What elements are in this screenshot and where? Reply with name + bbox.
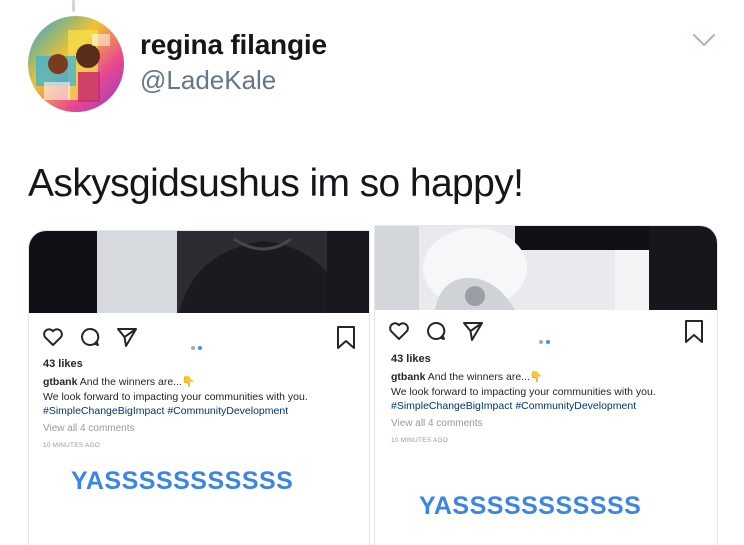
likes-count[interactable]: 43 likes [43, 358, 83, 370]
post-timestamp: 10 MINUTES AGO [43, 442, 100, 449]
caption-line-1: And the winners are...👇 [79, 376, 195, 388]
post-photo [29, 231, 369, 313]
view-comments-link[interactable]: View all 4 comments [391, 418, 483, 429]
tweet-image-left[interactable]: 43 likes gtbank And the winners are...👇 … [28, 230, 370, 545]
post-username[interactable]: gtbank [391, 371, 425, 383]
post-timestamp: 10 MINUTES AGO [391, 437, 448, 444]
comment-icon[interactable] [78, 325, 102, 349]
comment-icon[interactable] [424, 319, 448, 343]
hashtags[interactable]: #SimpleChangeBigImpact #CommunityDevelop… [391, 399, 711, 414]
post-photo [375, 226, 717, 310]
post-actions [375, 319, 717, 349]
post-caption: gtbank And the winners are...👇 We look f… [43, 375, 363, 419]
tweet-image-right[interactable]: 43 likes gtbank And the winners are...👇 … [374, 225, 718, 545]
carousel-indicator [539, 331, 553, 349]
user-handle[interactable]: @LadeKale [140, 65, 276, 96]
post-caption: gtbank And the winners are...👇 We look f… [391, 370, 711, 414]
carousel-indicator [191, 337, 205, 355]
avatar[interactable] [28, 16, 124, 112]
post-username[interactable]: gtbank [43, 376, 77, 388]
reaction-text: YASSSSSSSSSSS [419, 492, 642, 520]
caption-line-2: We look forward to impacting your commun… [43, 390, 308, 403]
share-icon[interactable] [461, 319, 485, 343]
chevron-down-icon[interactable] [690, 30, 718, 50]
caption-line-1: And the winners are...👇 [427, 371, 543, 383]
bookmark-icon[interactable] [683, 319, 705, 345]
post-actions [29, 325, 369, 355]
view-comments-link[interactable]: View all 4 comments [43, 423, 135, 434]
thread-line [72, 0, 75, 12]
share-icon[interactable] [115, 325, 139, 349]
bookmark-icon[interactable] [335, 325, 357, 351]
hashtags[interactable]: #SimpleChangeBigImpact #CommunityDevelop… [43, 404, 363, 419]
tweet-text: Askysgidsushus im so happy! [28, 162, 524, 205]
reaction-text: YASSSSSSSSSSS [71, 467, 294, 495]
display-name[interactable]: regina filangie [140, 29, 327, 61]
caption-line-2: We look forward to impacting your commun… [391, 385, 656, 398]
likes-count[interactable]: 43 likes [391, 353, 431, 365]
heart-icon[interactable] [387, 319, 411, 343]
heart-icon[interactable] [41, 325, 65, 349]
